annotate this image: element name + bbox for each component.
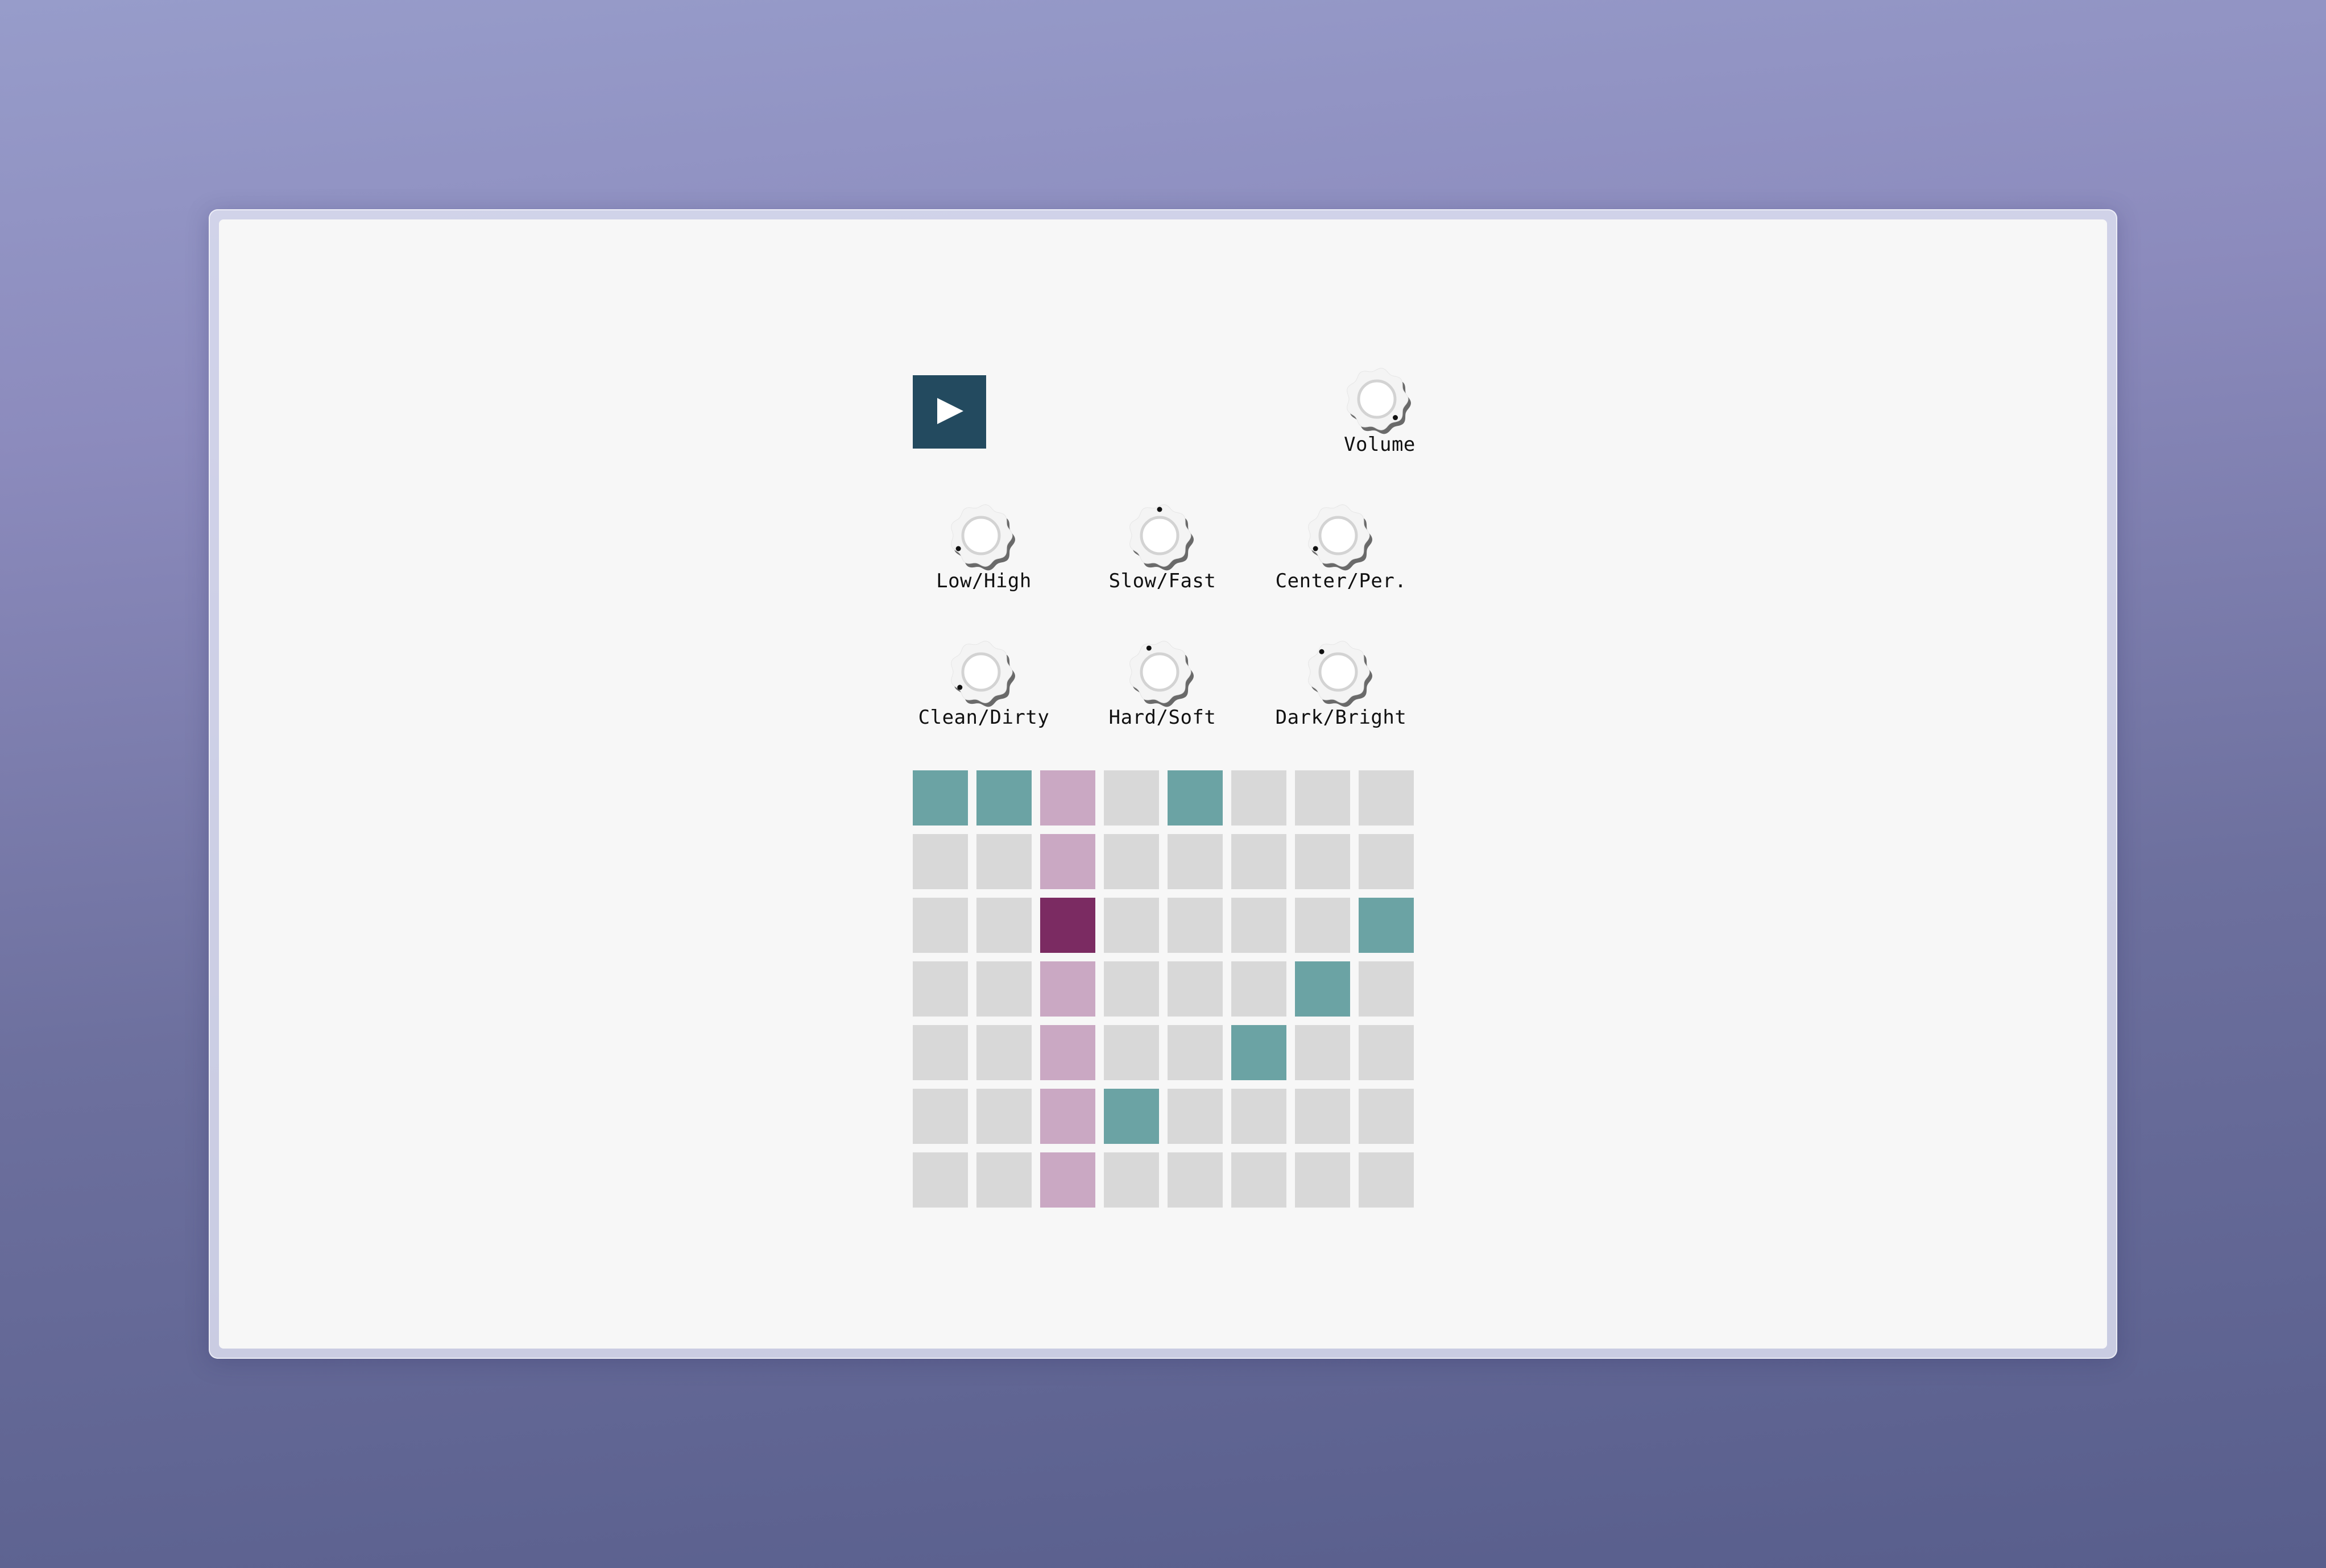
knob-cap [961,516,1001,555]
sequencer-step[interactable] [1168,898,1223,953]
slow-fast-knob[interactable]: Slow/Fast [1094,504,1231,621]
sequencer-step[interactable] [1104,1152,1159,1208]
sequencer-step[interactable] [1231,770,1286,826]
sequencer-step[interactable] [1104,770,1159,826]
sequencer-step[interactable] [1295,834,1350,889]
knob-indicator [1319,649,1325,654]
knob-label: Volume [1344,433,1416,456]
sequencer-step[interactable] [1359,961,1414,1017]
sequencer-step[interactable] [913,898,968,953]
sequencer-step[interactable] [1295,1152,1350,1208]
knob-cap [1140,516,1179,555]
sequencer-grid [913,770,1414,1208]
sequencer-step[interactable] [1040,1025,1095,1080]
sequencer-step-active[interactable] [1168,770,1223,826]
knob-indicator [957,685,963,690]
sequencer-step[interactable] [913,1152,968,1208]
sequencer-step[interactable] [1168,1025,1223,1080]
knob-label: Clean/Dirty [918,706,1050,729]
sequencer-step[interactable] [1295,898,1350,953]
sequencer-step-active[interactable] [913,770,968,826]
sequencer-step[interactable] [913,961,968,1017]
sequencer-step[interactable] [1295,1089,1350,1144]
sequencer-step[interactable] [1359,834,1414,889]
sequencer-step[interactable] [976,898,1032,953]
sequencer-step[interactable] [1231,961,1286,1017]
sequencer-step[interactable] [1040,834,1095,889]
sequencer-step[interactable] [1040,770,1095,826]
knob-cap [961,652,1001,692]
knob-indicator [1146,645,1152,651]
sequencer-step[interactable] [1231,898,1286,953]
sequencer-step[interactable] [1359,1025,1414,1080]
volume-knob[interactable]: Volume [1311,368,1448,484]
sequencer-step[interactable] [1295,1025,1350,1080]
knob-indicator [1157,507,1162,512]
sequencer-step-active[interactable] [1359,898,1414,953]
sequencer-step[interactable] [1168,961,1223,1017]
sequencer-step[interactable] [976,1152,1032,1208]
sequencer-step[interactable] [1231,1152,1286,1208]
sequencer-step[interactable] [913,834,968,889]
play-icon [937,398,963,424]
sequencer-step[interactable] [976,961,1032,1017]
sequencer-step[interactable] [1231,1089,1286,1144]
sequencer-step[interactable] [1040,1152,1095,1208]
sequencer-step-active[interactable] [976,770,1032,826]
sequencer-step[interactable] [1040,961,1095,1017]
sequencer-step[interactable] [1104,961,1159,1017]
knob-cap [1318,652,1358,692]
center-per-knob[interactable]: Center/Per. [1273,504,1409,621]
knob-label: Hard/Soft [1108,706,1216,729]
sequencer-step[interactable] [1359,1089,1414,1144]
knob-label: Dark/Bright [1275,706,1407,729]
sequencer-step[interactable] [976,1089,1032,1144]
sequencer-step-active[interactable] [1231,1025,1286,1080]
sequencer-step-active[interactable] [1104,1089,1159,1144]
knob-indicator [1313,546,1318,551]
knob-indicator [955,546,961,551]
sequencer-step[interactable] [976,834,1032,889]
sequencer-step[interactable] [1104,834,1159,889]
knob-cap [1318,516,1358,555]
dark-bright-knob[interactable]: Dark/Bright [1273,641,1409,757]
sequencer-step[interactable] [976,1025,1032,1080]
clean-dirty-knob[interactable]: Clean/Dirty [916,641,1052,757]
knob-label: Low/High [936,570,1032,592]
sequencer-step-active[interactable] [1295,961,1350,1017]
sequencer-step[interactable] [1040,1089,1095,1144]
low-high-knob[interactable]: Low/High [916,504,1052,621]
sequencer-step[interactable] [1295,770,1350,826]
sequencer-step[interactable] [1359,770,1414,826]
sequencer-step[interactable] [1231,834,1286,889]
knob-cap [1140,652,1179,692]
sequencer-step[interactable] [913,1025,968,1080]
play-button[interactable] [913,375,986,449]
sequencer-step[interactable] [1359,1152,1414,1208]
sequencer-step[interactable] [1168,834,1223,889]
knob-indicator [1393,415,1398,421]
sequencer-step[interactable] [1104,1025,1159,1080]
sequencer-step[interactable] [913,1089,968,1144]
sequencer-step[interactable] [1168,1089,1223,1144]
sequencer-step-active[interactable] [1040,898,1095,953]
hard-soft-knob[interactable]: Hard/Soft [1094,641,1231,757]
knob-label: Center/Per. [1275,570,1407,592]
sequencer-step[interactable] [1104,898,1159,953]
sequencer-step[interactable] [1168,1152,1223,1208]
knob-cap [1357,379,1397,419]
knob-label: Slow/Fast [1108,570,1216,592]
